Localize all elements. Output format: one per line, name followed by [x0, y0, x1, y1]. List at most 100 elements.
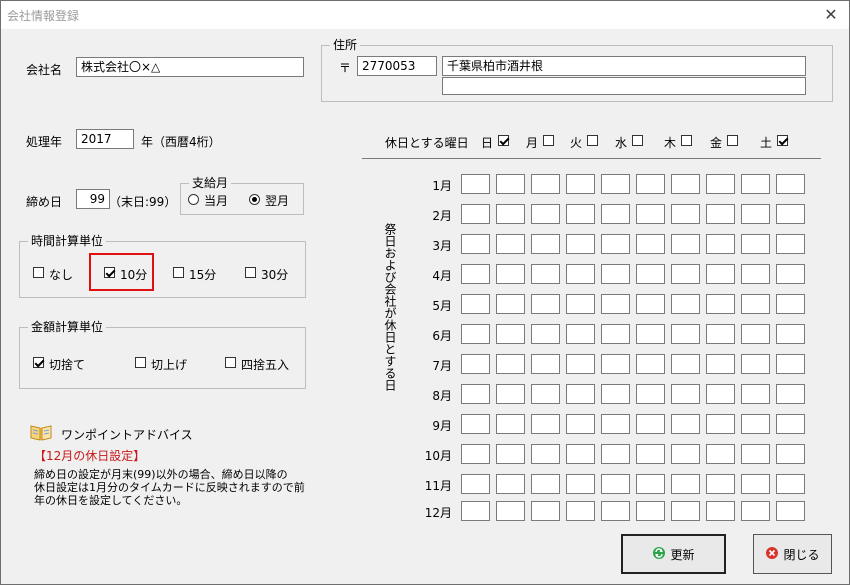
holiday-day-input[interactable]	[671, 414, 700, 434]
holiday-day-input[interactable]	[531, 294, 560, 314]
holiday-day-input[interactable]	[741, 324, 770, 344]
holiday-day-input[interactable]	[566, 444, 595, 464]
holiday-day-input[interactable]	[566, 384, 595, 404]
holiday-day-input[interactable]	[706, 414, 735, 434]
holiday-day-input[interactable]	[601, 294, 630, 314]
holiday-day-input[interactable]	[776, 501, 805, 521]
holiday-day-input[interactable]	[461, 384, 490, 404]
holiday-day-input[interactable]	[776, 234, 805, 254]
weekday-checkbox[interactable]	[681, 135, 692, 146]
holiday-day-input[interactable]	[636, 174, 665, 194]
holiday-day-input[interactable]	[636, 264, 665, 284]
holiday-day-input[interactable]	[461, 294, 490, 314]
holiday-day-input[interactable]	[601, 444, 630, 464]
weekday-checkbox[interactable]	[727, 135, 738, 146]
holiday-day-input[interactable]	[706, 204, 735, 224]
close-button[interactable]: 閉じる	[753, 534, 832, 574]
holiday-day-input[interactable]	[531, 501, 560, 521]
holiday-day-input[interactable]	[671, 444, 700, 464]
holiday-day-input[interactable]	[566, 414, 595, 434]
holiday-day-input[interactable]	[461, 204, 490, 224]
time-unit-10-checkbox[interactable]	[104, 267, 115, 278]
holiday-day-input[interactable]	[636, 354, 665, 374]
holiday-day-input[interactable]	[706, 501, 735, 521]
holiday-day-input[interactable]	[531, 354, 560, 374]
holiday-day-input[interactable]	[671, 204, 700, 224]
company-name-input[interactable]: 株式会社〇×△	[76, 57, 304, 77]
holiday-day-input[interactable]	[601, 474, 630, 494]
holiday-day-input[interactable]	[461, 324, 490, 344]
holiday-day-input[interactable]	[601, 234, 630, 254]
holiday-day-input[interactable]	[496, 414, 525, 434]
holiday-day-input[interactable]	[566, 264, 595, 284]
holiday-day-input[interactable]	[776, 474, 805, 494]
holiday-day-input[interactable]	[531, 474, 560, 494]
holiday-day-input[interactable]	[461, 174, 490, 194]
holiday-day-input[interactable]	[636, 444, 665, 464]
holiday-day-input[interactable]	[776, 444, 805, 464]
time-unit-15-checkbox[interactable]	[173, 267, 184, 278]
holiday-day-input[interactable]	[776, 264, 805, 284]
weekday-checkbox[interactable]	[543, 135, 554, 146]
holiday-day-input[interactable]	[566, 354, 595, 374]
holiday-day-input[interactable]	[566, 324, 595, 344]
holiday-day-input[interactable]	[496, 384, 525, 404]
holiday-day-input[interactable]	[741, 234, 770, 254]
holiday-day-input[interactable]	[461, 264, 490, 284]
holiday-day-input[interactable]	[776, 384, 805, 404]
payday-current-radio[interactable]	[188, 194, 199, 205]
holiday-day-input[interactable]	[741, 414, 770, 434]
holiday-day-input[interactable]	[461, 474, 490, 494]
holiday-day-input[interactable]	[601, 501, 630, 521]
holiday-day-input[interactable]	[496, 264, 525, 284]
holiday-day-input[interactable]	[461, 354, 490, 374]
weekday-checkbox[interactable]	[587, 135, 598, 146]
holiday-day-input[interactable]	[741, 294, 770, 314]
holiday-day-input[interactable]	[496, 324, 525, 344]
holiday-day-input[interactable]	[671, 354, 700, 374]
holiday-day-input[interactable]	[776, 174, 805, 194]
closing-day-input[interactable]: 99	[76, 189, 110, 209]
holiday-day-input[interactable]	[566, 294, 595, 314]
holiday-day-input[interactable]	[496, 474, 525, 494]
holiday-day-input[interactable]	[531, 204, 560, 224]
holiday-day-input[interactable]	[636, 384, 665, 404]
holiday-day-input[interactable]	[461, 501, 490, 521]
payday-next-radio[interactable]	[249, 194, 260, 205]
holiday-day-input[interactable]	[776, 294, 805, 314]
holiday-day-input[interactable]	[776, 414, 805, 434]
holiday-day-input[interactable]	[566, 501, 595, 521]
money-unit-round-checkbox[interactable]	[225, 357, 236, 368]
holiday-day-input[interactable]	[496, 174, 525, 194]
holiday-day-input[interactable]	[671, 501, 700, 521]
holiday-day-input[interactable]	[636, 204, 665, 224]
holiday-day-input[interactable]	[496, 204, 525, 224]
holiday-day-input[interactable]	[776, 354, 805, 374]
holiday-day-input[interactable]	[671, 294, 700, 314]
holiday-day-input[interactable]	[531, 264, 560, 284]
address-line2-input[interactable]	[442, 77, 806, 95]
holiday-day-input[interactable]	[566, 234, 595, 254]
holiday-day-input[interactable]	[671, 234, 700, 254]
holiday-day-input[interactable]	[531, 384, 560, 404]
holiday-day-input[interactable]	[531, 414, 560, 434]
holiday-day-input[interactable]	[706, 234, 735, 254]
holiday-day-input[interactable]	[706, 354, 735, 374]
holiday-day-input[interactable]	[741, 384, 770, 404]
holiday-day-input[interactable]	[636, 294, 665, 314]
postal-code-input[interactable]: 2770053	[357, 56, 437, 76]
holiday-day-input[interactable]	[706, 294, 735, 314]
holiday-day-input[interactable]	[706, 264, 735, 284]
holiday-day-input[interactable]	[741, 444, 770, 464]
year-input[interactable]: 2017	[76, 129, 134, 149]
holiday-day-input[interactable]	[671, 474, 700, 494]
holiday-day-input[interactable]	[601, 174, 630, 194]
holiday-day-input[interactable]	[636, 324, 665, 344]
address-line1-input[interactable]: 千葉県柏市酒井根	[442, 56, 806, 76]
holiday-day-input[interactable]	[671, 174, 700, 194]
holiday-day-input[interactable]	[461, 414, 490, 434]
holiday-day-input[interactable]	[741, 474, 770, 494]
holiday-day-input[interactable]	[671, 384, 700, 404]
holiday-day-input[interactable]	[601, 384, 630, 404]
holiday-day-input[interactable]	[601, 264, 630, 284]
